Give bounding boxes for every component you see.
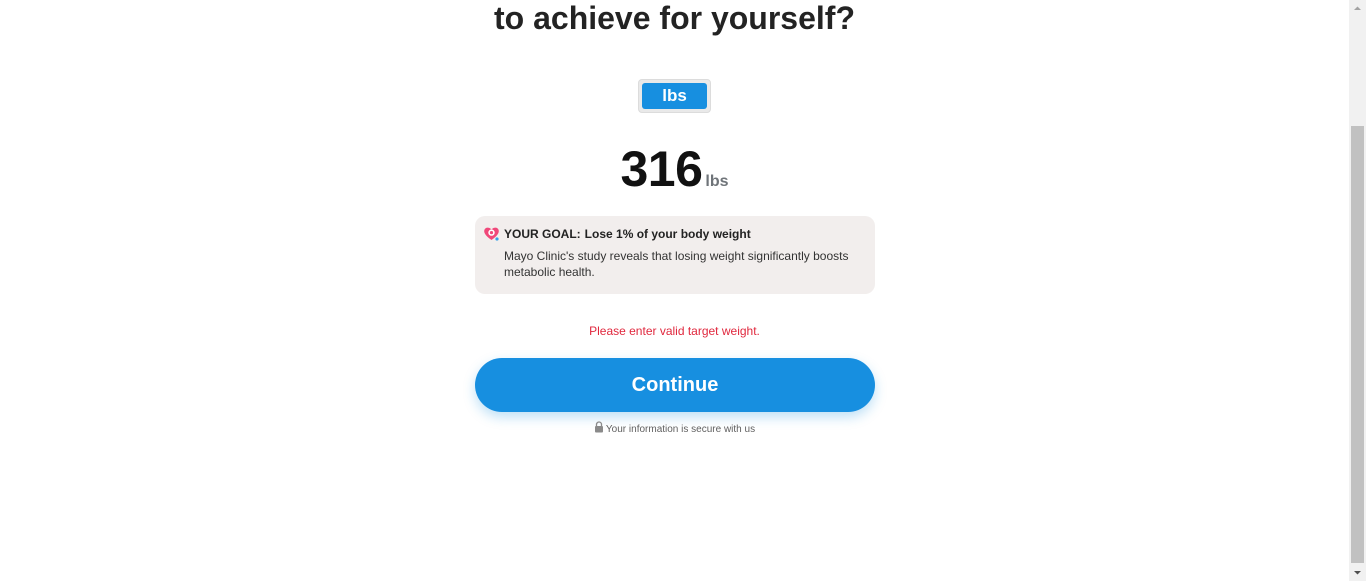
goal-title-prefix: YOUR GOAL: bbox=[504, 227, 581, 241]
weight-unit: lbs bbox=[705, 173, 729, 190]
unit-toggle: lbs bbox=[638, 79, 711, 113]
weight-display: 316 lbs bbox=[0, 140, 1349, 198]
continue-button[interactable]: Continue bbox=[475, 358, 875, 412]
scrollbar-thumb[interactable] bbox=[1351, 126, 1364, 563]
weight-value: 316 bbox=[620, 141, 703, 197]
scroll-up-arrow-icon[interactable] bbox=[1349, 0, 1366, 17]
unit-option-lbs[interactable]: lbs bbox=[642, 83, 707, 109]
goal-title: YOUR GOAL: Lose 1% of your body weight bbox=[504, 226, 751, 242]
goal-title-text: Lose 1% of your body weight bbox=[584, 227, 751, 241]
heart-target-icon bbox=[484, 227, 499, 241]
page-heading: to achieve for yourself? bbox=[494, 0, 855, 36]
vertical-scrollbar[interactable] bbox=[1349, 0, 1366, 581]
scroll-down-arrow-icon[interactable] bbox=[1349, 564, 1366, 581]
secure-note-text: Your information is secure with us bbox=[605, 424, 756, 435]
lock-icon bbox=[594, 421, 603, 433]
page: to achieve for yourself? lbs 316 lbs YOUR… bbox=[0, 0, 1349, 581]
error-message: Please enter valid target weight. bbox=[589, 324, 760, 338]
goal-description: Mayo Clinic's study reveals that losing … bbox=[504, 249, 849, 279]
goal-card: YOUR GOAL: Lose 1% of your body weight Ma… bbox=[475, 216, 875, 294]
secure-note: Your information is secure with us bbox=[0, 421, 1349, 437]
